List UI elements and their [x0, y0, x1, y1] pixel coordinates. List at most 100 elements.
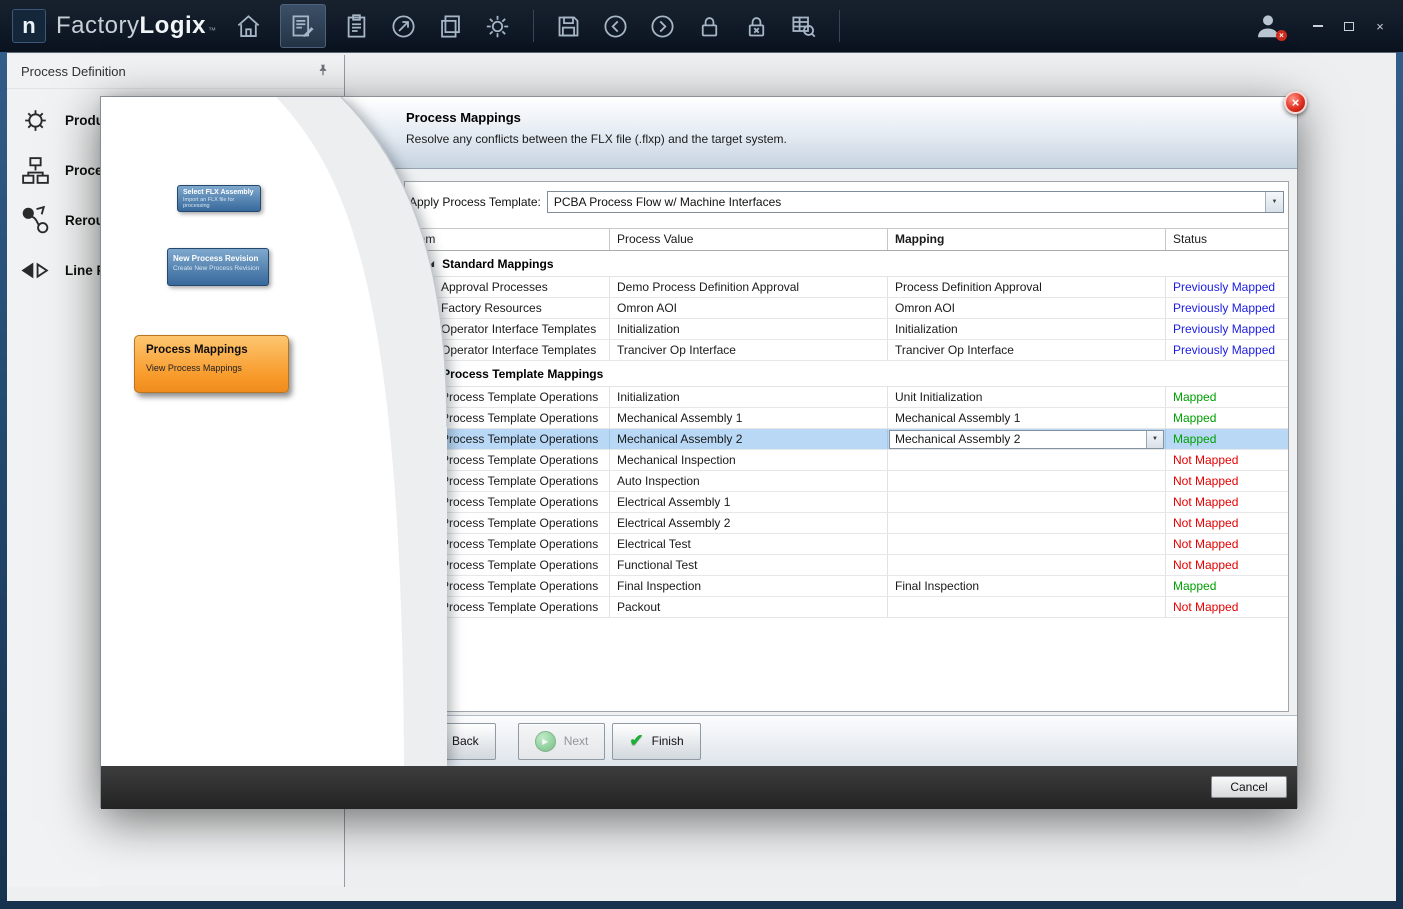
column-header-status[interactable]: Status — [1166, 229, 1288, 250]
table-row[interactable]: Process Template OperationsInitializatio… — [405, 387, 1288, 408]
cancel-button[interactable]: Cancel — [1211, 776, 1287, 798]
row-process-value: Auto Inspection — [610, 471, 888, 491]
chevron-down-icon[interactable]: ▼ — [1146, 431, 1163, 448]
row-status: Mapped — [1166, 387, 1288, 407]
table-row[interactable]: Process Template OperationsElectrical As… — [405, 492, 1288, 513]
row-status: Not Mapped — [1166, 534, 1288, 554]
toolbar-separator — [839, 10, 840, 42]
row-mapping — [888, 513, 1166, 533]
home-icon[interactable] — [233, 10, 265, 42]
mapping-combobox-value: Mechanical Assembly 2 — [895, 429, 1020, 449]
row-mapping — [888, 534, 1166, 554]
next-button-label: Next — [564, 734, 589, 748]
back-button-label: Back — [452, 734, 479, 748]
next-arrow-icon: ▶ — [535, 731, 556, 752]
save-icon[interactable] — [553, 10, 585, 42]
row-process-value: Electrical Assembly 2 — [610, 513, 888, 533]
pin-icon[interactable] — [316, 63, 330, 80]
row-status: Previously Mapped — [1166, 340, 1288, 360]
wizard-panel: Select FLX Assembly Import an FLX file f… — [101, 97, 447, 766]
step-title: New Process Revision — [173, 254, 263, 263]
apply-template-row: Apply Process Template: PCBA Process Flo… — [409, 189, 1284, 214]
mappings-content-panel: Apply Process Template: PCBA Process Flo… — [404, 181, 1289, 712]
row-process-value: Functional Test — [610, 555, 888, 575]
row-process-value: Tranciver Op Interface — [610, 340, 888, 360]
documents-icon[interactable] — [435, 10, 467, 42]
process-definition-icon[interactable] — [280, 4, 326, 48]
table-row[interactable]: Approval ProcessesDemo Process Definitio… — [405, 277, 1288, 298]
group-row[interactable]: ◢Standard Mappings — [405, 251, 1288, 277]
row-process-value: Packout — [610, 597, 888, 617]
app-logo: n — [12, 9, 46, 43]
table-row[interactable]: Process Template OperationsMechanical As… — [405, 408, 1288, 429]
row-mapping: Omron AOI — [888, 298, 1166, 318]
close-button[interactable]: × — [1373, 19, 1387, 33]
row-mapping — [888, 555, 1166, 575]
wizard-step-select-flx-assembly[interactable]: Select FLX Assembly Import an FLX file f… — [177, 185, 261, 212]
wizard-step-new-process-revision[interactable]: New Process Revision Create New Process … — [167, 248, 269, 286]
process-icon — [19, 154, 52, 187]
row-mapping: Final Inspection — [888, 576, 1166, 596]
table-row[interactable]: Operator Interface TemplatesTranciver Op… — [405, 340, 1288, 361]
next-button[interactable]: ▶ Next — [518, 723, 606, 760]
panel-header: Process Definition — [7, 55, 344, 89]
application-window: n FactoryLogix™ — [0, 0, 1403, 909]
column-header-value[interactable]: Process Value — [610, 229, 888, 250]
redo-forward-icon[interactable] — [647, 10, 679, 42]
row-mapping — [888, 492, 1166, 512]
table-row[interactable]: Process Template OperationsMechanical As… — [405, 429, 1288, 450]
unlock-x-icon[interactable] — [741, 10, 773, 42]
panel-title: Process Definition — [21, 64, 126, 79]
line-process-icon — [19, 254, 52, 287]
dialog-close-icon[interactable]: × — [1284, 91, 1307, 114]
logo-letter: n — [22, 13, 35, 39]
row-process-value: Omron AOI — [610, 298, 888, 318]
toolbar — [233, 4, 844, 48]
navigate-icon[interactable] — [388, 10, 420, 42]
group-row[interactable]: ◢Process Template Mappings — [405, 361, 1288, 387]
mappings-table: Item Process Value Mapping Status ◢Stand… — [405, 228, 1288, 711]
table-row[interactable]: Process Template OperationsElectrical Te… — [405, 534, 1288, 555]
mapping-combobox[interactable]: Mechanical Assembly 2 ▼ — [889, 430, 1164, 449]
step-subtitle: Create New Process Revision — [173, 265, 263, 272]
finish-button[interactable]: ✔ Finish — [612, 723, 700, 760]
row-status: Mapped — [1166, 576, 1288, 596]
clipboard-icon[interactable] — [341, 10, 373, 42]
undo-back-icon[interactable] — [600, 10, 632, 42]
dialog-footer: Cancel — [101, 766, 1297, 809]
row-process-value: Mechanical Inspection — [610, 450, 888, 470]
row-process-value: Mechanical Assembly 1 — [610, 408, 888, 428]
process-mappings-dialog: Process Mappings Resolve any conflicts b… — [100, 96, 1298, 808]
table-row[interactable]: Process Template OperationsElectrical As… — [405, 513, 1288, 534]
wizard-step-process-mappings-active[interactable]: Process Mappings View Process Mappings — [134, 335, 289, 393]
lock-icon[interactable] — [694, 10, 726, 42]
row-status: Previously Mapped — [1166, 298, 1288, 318]
step-subtitle: Import an FLX file for processing — [183, 197, 255, 209]
settings-gear-icon[interactable] — [482, 10, 514, 42]
row-process-value: Initialization — [610, 387, 888, 407]
row-status: Not Mapped — [1166, 492, 1288, 512]
table-row[interactable]: Process Template OperationsFunctional Te… — [405, 555, 1288, 576]
wizard-swoosh — [101, 97, 447, 766]
row-status: Not Mapped — [1166, 450, 1288, 470]
maximize-button[interactable] — [1342, 19, 1356, 33]
table-row[interactable]: Process Template OperationsMechanical In… — [405, 450, 1288, 471]
row-status: Previously Mapped — [1166, 319, 1288, 339]
row-status: Previously Mapped — [1166, 277, 1288, 297]
column-header-mapping[interactable]: Mapping — [888, 229, 1166, 250]
process-template-combobox[interactable]: PCBA Process Flow w/ Machine Interfaces … — [547, 191, 1284, 213]
group-label: Standard Mappings — [442, 257, 553, 271]
table-row[interactable]: Process Template OperationsAuto Inspecti… — [405, 471, 1288, 492]
trademark: ™ — [208, 26, 217, 35]
table-row[interactable]: Process Template OperationsPackoutNot Ma… — [405, 597, 1288, 618]
row-mapping — [888, 597, 1166, 617]
chevron-down-icon[interactable]: ▼ — [1265, 192, 1283, 212]
table-row[interactable]: Operator Interface TemplatesInitializati… — [405, 319, 1288, 340]
database-search-icon[interactable] — [788, 10, 820, 42]
minimize-button[interactable] — [1311, 19, 1325, 33]
row-process-value: Mechanical Assembly 2 — [610, 429, 888, 449]
table-row[interactable]: Factory ResourcesOmron AOIOmron AOIPrevi… — [405, 298, 1288, 319]
row-status: Mapped — [1166, 408, 1288, 428]
table-row[interactable]: Process Template OperationsFinal Inspect… — [405, 576, 1288, 597]
user-logout-icon[interactable]: × — [1253, 11, 1283, 41]
